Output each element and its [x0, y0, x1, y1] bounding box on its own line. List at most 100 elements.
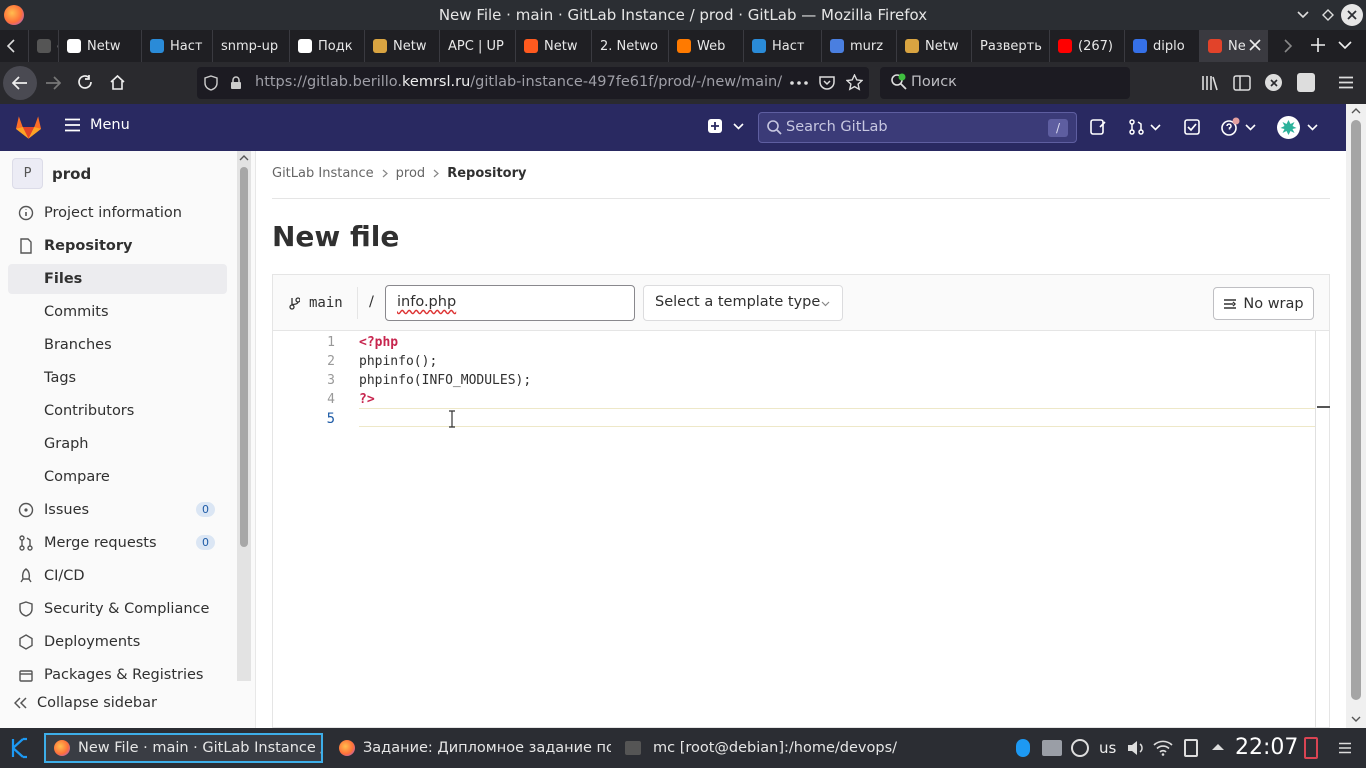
code-line[interactable]: phpinfo(INFO_MODULES);: [359, 373, 531, 388]
browser-tab[interactable]: APC | UP: [439, 30, 515, 62]
browser-tab[interactable]: Netw: [896, 30, 971, 62]
gitlab-logo-icon[interactable]: [15, 114, 42, 140]
tab-list-icon[interactable]: [1338, 40, 1352, 50]
back-button[interactable]: [3, 66, 37, 100]
browser-tab[interactable]: diplo: [1124, 30, 1199, 62]
tab-scroll-left-icon[interactable]: [6, 39, 16, 53]
sidebar-item-commits[interactable]: Commits: [8, 297, 227, 327]
search-icon: [767, 120, 782, 135]
clock[interactable]: 22:07: [1235, 735, 1298, 760]
library-icon[interactable]: [1201, 75, 1219, 91]
sidebar-item-contributors[interactable]: Contributors: [8, 396, 227, 426]
collapse-sidebar-button[interactable]: Collapse sidebar: [14, 695, 157, 711]
close-window-icon[interactable]: [1341, 4, 1363, 26]
sidebar-item-ci-cd[interactable]: CI/CD: [8, 561, 227, 591]
browser-tab[interactable]: cup: [28, 30, 58, 62]
help-dropdown[interactable]: [1220, 117, 1256, 137]
page-actions-icon[interactable]: [790, 81, 808, 85]
breadcrumb-current[interactable]: Repository: [447, 166, 526, 181]
browser-tab[interactable]: Наст: [141, 30, 212, 62]
browser-search-bar[interactable]: Поиск: [880, 67, 1130, 99]
extension-shield-icon[interactable]: [1297, 73, 1315, 92]
sidebar-item-deployments[interactable]: Deployments: [8, 627, 227, 657]
home-icon[interactable]: [109, 74, 126, 91]
taskbar-task-firefox-gitlab[interactable]: New File · main · GitLab Instance /...: [44, 733, 323, 763]
breadcrumb-item[interactable]: GitLab Instance: [272, 166, 374, 181]
file-name-input[interactable]: info.php: [385, 285, 635, 321]
sidebar-item-repository[interactable]: Repository: [8, 231, 227, 261]
tray-expand-icon[interactable]: [1211, 742, 1225, 751]
browser-tab[interactable]: Netw: [364, 30, 439, 62]
browser-tab[interactable]: Подк: [289, 30, 364, 62]
close-tab-icon[interactable]: [1248, 38, 1262, 52]
sidebar-item-branches[interactable]: Branches: [8, 330, 227, 360]
no-wrap-button[interactable]: No wrap: [1213, 287, 1314, 320]
code-line[interactable]: phpinfo();: [359, 354, 437, 369]
bookmark-star-icon[interactable]: [846, 74, 863, 91]
user-menu-dropdown[interactable]: [1277, 116, 1318, 139]
browser-tab[interactable]: Web: [668, 30, 743, 62]
template-type-dropdown[interactable]: Select a template type: [643, 285, 843, 321]
gitlab-search-input[interactable]: Search GitLab /: [758, 112, 1077, 143]
page-scrollbar[interactable]: [1346, 104, 1366, 728]
app-launcher-icon[interactable]: [8, 736, 32, 760]
browser-tab[interactable]: Netw: [515, 30, 591, 62]
sidebar-item-graph[interactable]: Graph: [8, 429, 227, 459]
browser-tab[interactable]: murz: [821, 30, 896, 62]
sidebar-toggle-icon[interactable]: [1233, 75, 1251, 91]
pocket-icon[interactable]: [819, 75, 835, 90]
browser-tab[interactable]: Разверть: [971, 30, 1049, 62]
issues-header-icon[interactable]: [1090, 119, 1106, 135]
tracking-shield-icon[interactable]: [204, 75, 218, 91]
tab-scroll-right-icon[interactable]: [1283, 39, 1293, 53]
sidebar-item-packages-registries[interactable]: Packages & Registries: [8, 660, 227, 690]
sidebar-item-compare[interactable]: Compare: [8, 462, 227, 492]
menu-button[interactable]: Menu: [64, 117, 130, 133]
wifi-icon[interactable]: [1153, 740, 1173, 756]
sidebar-project-header[interactable]: P prod: [12, 158, 91, 189]
breadcrumb-item[interactable]: prod: [396, 166, 426, 181]
page-scrollbar-thumb[interactable]: [1351, 120, 1361, 700]
browser-tab[interactable]: (267): [1049, 30, 1124, 62]
panel-menu-icon[interactable]: [1338, 742, 1352, 754]
volume-icon[interactable]: [1127, 740, 1145, 756]
new-dropdown-button[interactable]: [708, 119, 744, 133]
sidebar-item-issues[interactable]: Issues 0: [8, 495, 227, 525]
sidebar-item-files[interactable]: Files: [8, 264, 227, 294]
clipboard-icon[interactable]: [1184, 739, 1198, 757]
taskbar-task-terminal[interactable]: mc [root@debian]:/home/devops/...: [617, 733, 897, 763]
new-tab-icon[interactable]: [1310, 37, 1326, 53]
lock-icon[interactable]: [230, 76, 242, 90]
taskbar-task-firefox-assignment[interactable]: Задание: Дипломное задание по ...: [331, 733, 611, 763]
updates-icon[interactable]: [1071, 739, 1089, 757]
browser-tab[interactable]: snmp-up: [212, 30, 289, 62]
bluetooth-icon[interactable]: [1016, 739, 1030, 757]
search-engine-icon[interactable]: [890, 73, 908, 91]
devices-icon[interactable]: [1042, 740, 1062, 756]
package-icon: [18, 667, 34, 683]
reload-icon[interactable]: [77, 74, 94, 91]
sidebar-scrollbar-thumb[interactable]: [240, 167, 248, 547]
browser-tab[interactable]: Наст: [743, 30, 821, 62]
maximize-icon[interactable]: [1317, 4, 1339, 26]
sidebar-item-project-information[interactable]: Project information: [8, 198, 227, 228]
hamburger-menu-icon[interactable]: [1338, 76, 1354, 89]
extension-close-icon[interactable]: [1265, 74, 1282, 91]
keyboard-layout[interactable]: us: [1099, 739, 1116, 757]
merge-requests-dropdown[interactable]: [1129, 119, 1161, 135]
code-line[interactable]: <?php: [359, 335, 398, 350]
forward-icon[interactable]: [45, 76, 61, 90]
project-sidebar: P prod Project information Repository File…: [0, 151, 256, 728]
browser-tab[interactable]: 2. Netwo: [591, 30, 668, 62]
sidebar-item-merge-requests[interactable]: Merge requests 0: [8, 528, 227, 558]
sidebar-item-security-compliance[interactable]: Security & Compliance: [8, 594, 227, 624]
code-line[interactable]: ?>: [359, 392, 375, 407]
gitlab-header: Menu Search GitLab /: [0, 104, 1346, 151]
url-bar[interactable]: https://gitlab.berillo.kemrsl.ru/gitlab-…: [197, 67, 869, 99]
todo-icon[interactable]: [1184, 119, 1200, 135]
sidebar-item-tags[interactable]: Tags: [8, 363, 227, 393]
browser-tab[interactable]: Netw: [58, 30, 141, 62]
code-editor[interactable]: 1 <?php 2 phpinfo(); 3 phpinfo(INFO_MODULES);…: [272, 331, 1330, 728]
minimize-icon[interactable]: [1292, 4, 1314, 26]
battery-icon[interactable]: [1304, 737, 1318, 759]
